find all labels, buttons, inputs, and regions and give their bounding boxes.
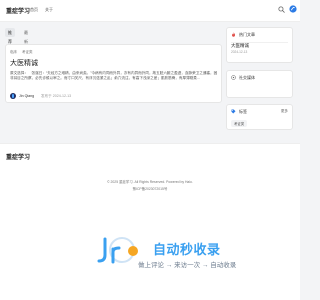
footer-icp-link[interactable]: 豫ICP备2023072015号	[0, 186, 300, 191]
more-tags-link[interactable]: 更多	[281, 109, 288, 114]
tab-recommend[interactable]: 推荐	[5, 28, 15, 44]
theme-toggle-icon[interactable]	[289, 5, 297, 13]
post-date-value: 2024-12-13	[52, 94, 72, 98]
category-tag[interactable]: 临床	[10, 50, 17, 54]
share-icon	[231, 75, 236, 80]
tag-chip[interactable]: 考证类	[231, 120, 248, 127]
nav-about-link[interactable]: 关于	[45, 7, 53, 13]
post-card[interactable]: 临床 考证类 大医精诚 原文选择： 张湛曰：“夫经方之难精，由来尚矣。”今病有内…	[5, 44, 222, 103]
hot-post-title[interactable]: 大医精诚	[231, 43, 249, 49]
post-title[interactable]: 大医精诚	[10, 58, 38, 68]
social-media-widget: 社交媒体	[226, 70, 293, 98]
hot-post-date: 2024-12-13	[231, 50, 248, 54]
tags-widget: 标签 更多 考证类	[226, 104, 293, 130]
search-icon[interactable]	[278, 6, 285, 13]
tab-latest[interactable]: 最新	[21, 28, 31, 44]
widget-title: 热门文章	[239, 32, 255, 37]
tag-icon	[231, 109, 236, 114]
watermark-title: 自动秒收录	[153, 242, 221, 257]
avatar[interactable]	[10, 93, 16, 99]
category-tag[interactable]: 考证类	[22, 50, 33, 54]
flame-icon	[232, 32, 236, 37]
widget-title: 社交媒体	[239, 75, 255, 80]
author-name[interactable]: Jin Qiang	[19, 94, 34, 98]
watermark-subtitle: 做上评论 → 来访一次 → 自动收录	[138, 262, 237, 269]
footer-copyright: © 2025 重症学习. All Rights Reserved. Powere…	[107, 180, 193, 184]
watermark-banner: 自动秒收录 做上评论 → 来访一次 → 自动收录	[0, 199, 300, 300]
top-navbar: 重症学习 首页 关于	[0, 0, 300, 22]
widget-title: 标签	[239, 109, 247, 114]
post-categories: 临床 考证类	[10, 50, 36, 55]
post-excerpt: 原文选择： 张湛曰：“夫经方之难精，由来尚矣。”今病有内同而外异，亦有内异而外同…	[10, 71, 218, 81]
post-date: 发布于 2024-12-13	[41, 94, 71, 99]
nav-home-link[interactable]: 首页	[30, 7, 38, 13]
post-date-prefix: 发布于	[41, 94, 52, 98]
hot-posts-widget: 热门文章 大医精诚 2024-12-13	[226, 27, 293, 63]
footer-brand[interactable]: 重症学习	[6, 152, 30, 161]
site-footer: 重症学习 © 2025 重症学习. All Rights Reserved. P…	[0, 143, 300, 199]
site-brand[interactable]: 重症学习	[6, 6, 30, 15]
